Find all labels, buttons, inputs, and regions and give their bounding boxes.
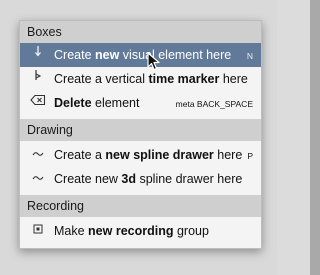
menu-item-new-spline-drawer[interactable]: Create a new spline drawer here P bbox=[20, 143, 261, 167]
menu-item-label: Delete element bbox=[54, 96, 140, 110]
shortcut-hint: P bbox=[247, 151, 253, 161]
down-arrow-icon bbox=[29, 43, 47, 67]
shortcut-hint: N bbox=[246, 51, 253, 61]
menu-item-new-3d-spline-drawer[interactable]: Create new 3d spline drawer here bbox=[20, 167, 261, 191]
menu-item-label: Create new visual element here bbox=[54, 48, 232, 62]
menu-item-label: Make new recording group bbox=[54, 224, 209, 238]
context-menu: Boxes Create new visual element here N C… bbox=[19, 20, 262, 249]
window-edge bbox=[310, 0, 320, 275]
time-marker-icon bbox=[29, 67, 47, 91]
tilde-icon bbox=[29, 143, 47, 167]
section-header-boxes: Boxes bbox=[20, 21, 261, 43]
menu-item-label: Create new 3d spline drawer here bbox=[54, 172, 243, 186]
menu-item-label: Create a new spline drawer here bbox=[54, 148, 243, 162]
menu-item-new-recording-group[interactable]: Make new recording group bbox=[20, 219, 261, 243]
record-group-icon bbox=[29, 219, 47, 243]
menu-item-delete-element[interactable]: Delete element meta BACK_SPACE bbox=[20, 91, 261, 115]
menu-item-create-time-marker[interactable]: Create a vertical time marker here bbox=[20, 67, 261, 91]
tilde-icon bbox=[29, 167, 47, 191]
backspace-icon bbox=[29, 91, 47, 115]
mouse-cursor-icon bbox=[147, 52, 160, 71]
menu-item-create-visual-element[interactable]: Create new visual element here N bbox=[20, 43, 261, 67]
section-header-recording: Recording bbox=[20, 195, 261, 217]
shortcut-hint: meta BACK_SPACE bbox=[175, 99, 253, 109]
section-header-drawing: Drawing bbox=[20, 119, 261, 141]
